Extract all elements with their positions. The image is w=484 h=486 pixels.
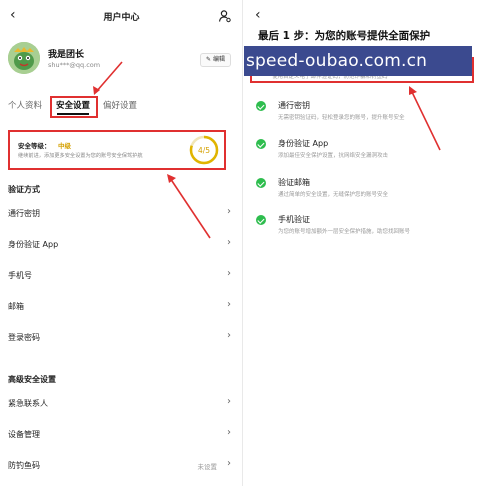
security-score-ring: 4/5 (189, 135, 219, 165)
edit-icon: ✎ (206, 56, 213, 63)
security-option-title: 验证邮箱 (278, 178, 310, 187)
menu-label: 登录密码 (8, 333, 40, 342)
profile-card: 我是团长 shu***@qq.com ✎ 编辑 (8, 40, 235, 80)
chevron-right-icon: › (227, 427, 231, 438)
security-steps-panel: ‹ 最后 1 步：为您的账号提供全面保护 使用自定义电子邮件验证码，防范诈骗和钓… (244, 0, 484, 486)
security-option-title: 手机验证 (278, 215, 310, 224)
security-option-title: 身份验证 App (278, 139, 329, 148)
menu-row-authenticator[interactable]: 身份验证 App › (0, 233, 242, 257)
menu-label: 手机号 (8, 271, 32, 280)
chevron-right-icon: › (227, 330, 231, 341)
security-option-description: 无需密钥验证码，轻松登录您的账号，提升账号安全 (278, 115, 405, 121)
chevron-right-icon: › (227, 299, 231, 310)
annotation-highlight-box (50, 96, 98, 118)
page-title: 最后 1 步：为您的账号提供全面保护 (258, 30, 431, 42)
back-button[interactable]: ‹ (255, 7, 261, 23)
chevron-right-icon: › (227, 206, 231, 217)
menu-label: 身份验证 App (8, 240, 59, 249)
menu-label: 设备管理 (8, 430, 40, 439)
menu-label: 防钓鱼码 (8, 461, 40, 470)
edit-button-label: 编辑 (212, 56, 225, 63)
menu-row-email[interactable]: 邮箱 › (0, 295, 242, 319)
security-option-description: 添加最佳安全保护设置，抗网络安全漏洞攻击 (278, 153, 389, 159)
chevron-right-icon: › (227, 268, 231, 279)
verification-section-title: 验证方式 (8, 185, 40, 194)
check-circle-icon (256, 215, 266, 225)
menu-row-passkey[interactable]: 通行密钥 › (0, 202, 242, 226)
menu-row-login-password[interactable]: 登录密码 › (0, 326, 242, 350)
profile-email: shu***@qq.com (48, 61, 101, 69)
chevron-right-icon: › (227, 237, 231, 248)
security-option-authenticator[interactable]: 身份验证 App 添加最佳安全保护设置，抗网络安全漏洞攻击 (254, 136, 479, 166)
security-option-description: 为您的账号增加额外一层安全保护措施，助您找回账号 (278, 229, 411, 235)
security-option-email[interactable]: 验证邮箱 通过简单的安全设置，无缝保护您的账号安全 (254, 175, 479, 205)
security-option-phone[interactable]: 手机验证 为您的账号增加额外一层安全保护措施，助您找回账号 (254, 212, 479, 242)
security-level-description: 继续前进，添加更多安全设置为您的账号安全保驾护航 (18, 153, 143, 159)
chevron-right-icon: › (227, 396, 231, 407)
menu-row-emergency-contact[interactable]: 紧急联系人 › (0, 392, 242, 416)
tab-personal-info[interactable]: 个人资料 (8, 99, 42, 111)
menu-row-device-management[interactable]: 设备管理 › (0, 423, 242, 447)
chevron-right-icon: › (227, 458, 231, 469)
profile-name: 我是团长 (48, 50, 85, 60)
advanced-section-title: 高级安全设置 (8, 375, 56, 384)
user-center-panel: ‹ 用户中心 我是团长 shu***@qq.com ✎ 编辑 个人资料 安全设置… (0, 0, 243, 486)
security-level-label: 安全等级： (18, 142, 51, 150)
menu-value: 未设置 (197, 463, 218, 471)
check-circle-icon (256, 101, 266, 111)
user-settings-icon[interactable] (218, 9, 232, 23)
tab-preferences[interactable]: 偏好设置 (103, 99, 137, 111)
menu-label: 邮箱 (8, 302, 24, 311)
page-title: 用户中心 (103, 13, 140, 23)
security-option-title: 通行密钥 (278, 101, 310, 110)
menu-label: 通行密钥 (8, 209, 40, 218)
menu-label: 紧急联系人 (8, 399, 48, 408)
menu-row-phone[interactable]: 手机号 › (0, 264, 242, 288)
security-option-description: 通过简单的安全设置，无缝保护您的账号安全 (278, 192, 389, 198)
security-level-value: 中级 (58, 142, 71, 150)
watermark-banner: speed-oubao.com.cn (244, 46, 472, 76)
check-circle-icon (256, 139, 266, 149)
settings-tabs: 个人资料 安全设置 偏好设置 (0, 96, 242, 118)
edit-profile-button[interactable]: ✎ 编辑 (200, 53, 231, 67)
security-level-card[interactable]: 安全等级： 中级 继续前进，添加更多安全设置为您的账号安全保驾护航 4/5 (8, 130, 226, 170)
check-circle-icon (256, 178, 266, 188)
security-option-passkey[interactable]: 通行密钥 无需密钥验证码，轻松登录您的账号，提升账号安全 (254, 98, 479, 128)
avatar[interactable] (8, 42, 40, 74)
menu-row-anti-phishing[interactable]: 防钓鱼码 未设置 › (0, 454, 242, 478)
security-score-text: 4/5 (198, 146, 210, 155)
